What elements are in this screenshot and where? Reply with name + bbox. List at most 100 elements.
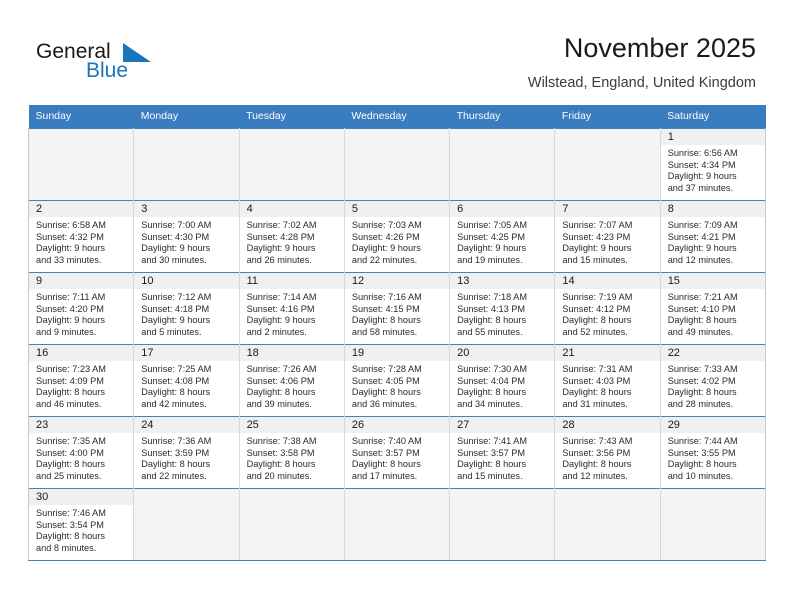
sunrise-text: Sunrise: 7:05 AM [457,220,528,230]
day-number: 15 [660,273,765,289]
calendar-cell: 16 Sunrise: 7:23 AM Sunset: 4:09 PM Dayligh… [27,344,135,417]
daylight-text-line2: and 15 minutes. [562,254,628,265]
day-number: 6 [450,201,555,217]
calendar-cell: 24 Sunrise: 7:36 AM Sunset: 3:59 PM Dayligh… [133,416,240,489]
calendar-day-empty [134,489,239,560]
day-number [239,129,344,145]
day-sun-info [450,505,554,508]
calendar-day[interactable]: 5 Sunrise: 7:03 AM Sunset: 4:26 PM Daylight… [344,201,450,272]
calendar-cell [554,488,661,561]
general-blue-logo[interactable]: General Blue [36,40,216,88]
calendar-cell: 14 Sunrise: 7:19 AM Sunset: 4:12 PM Dayligh… [554,272,661,345]
sunset-text: Sunset: 4:04 PM [457,375,526,386]
calendar-day-empty [450,129,555,200]
weekday-header-friday: Friday [554,105,661,129]
day-number: 28 [555,417,660,433]
sunrise-text: Sunrise: 7:38 AM [246,436,317,446]
calendar-day[interactable]: 4 Sunrise: 7:02 AM Sunset: 4:28 PM Daylight… [239,201,344,272]
daylight-text-line1: Daylight: 8 hours [457,459,527,470]
calendar-day[interactable]: 30 Sunrise: 7:46 AM Sunset: 3:54 PM Dayligh… [29,489,134,560]
calendar-day[interactable]: 13 Sunrise: 7:18 AM Sunset: 4:13 PM Dayligh… [450,273,555,344]
calendar-day[interactable]: 18 Sunrise: 7:26 AM Sunset: 4:06 PM Dayligh… [239,345,344,416]
day-sun-info [345,505,449,508]
calendar-day[interactable]: 27 Sunrise: 7:41 AM Sunset: 3:57 PM Dayligh… [450,417,555,488]
calendar-day[interactable]: 9 Sunrise: 7:11 AM Sunset: 4:20 PM Daylight… [29,273,134,344]
daylight-text-line2: and 12 minutes. [562,470,628,481]
calendar-cell [238,128,345,201]
calendar-day[interactable]: 20 Sunrise: 7:30 AM Sunset: 4:04 PM Dayligh… [450,345,555,416]
daylight-text-line2: and 58 minutes. [351,326,418,337]
sunset-text: Sunset: 4:16 PM [246,303,315,314]
sunrise-text: Sunrise: 7:09 AM [667,220,738,230]
calendar-day[interactable]: 29 Sunrise: 7:44 AM Sunset: 3:55 PM Dayligh… [660,417,765,488]
day-number: 8 [660,201,765,217]
day-number [134,489,239,505]
calendar-day[interactable]: 14 Sunrise: 7:19 AM Sunset: 4:12 PM Dayligh… [555,273,660,344]
day-number: 11 [239,273,344,289]
title-block: November 2025 Wilstead, England, United … [528,32,756,93]
daylight-text-line2: and 20 minutes. [246,470,312,481]
calendar-day[interactable]: 3 Sunrise: 7:00 AM Sunset: 4:30 PM Daylight… [134,201,239,272]
calendar-week-row: 1 Sunrise: 6:56 AM Sunset: 4:34 PM Daylight… [27,128,767,201]
day-number [555,489,660,505]
calendar-day[interactable]: 16 Sunrise: 7:23 AM Sunset: 4:09 PM Dayligh… [29,345,134,416]
day-sun-info: Sunrise: 7:02 AM Sunset: 4:28 PM Daylight:… [240,217,344,266]
day-sun-info: Sunrise: 7:11 AM Sunset: 4:20 PM Daylight:… [29,289,133,338]
sunset-text: Sunset: 3:58 PM [246,447,315,458]
calendar-day[interactable]: 11 Sunrise: 7:14 AM Sunset: 4:16 PM Dayligh… [239,273,344,344]
calendar-day[interactable]: 15 Sunrise: 7:21 AM Sunset: 4:10 PM Dayligh… [660,273,765,344]
calendar-day[interactable]: 10 Sunrise: 7:12 AM Sunset: 4:18 PM Dayligh… [134,273,239,344]
page-header: General Blue November 2025 Wilstead, Eng… [0,0,792,100]
calendar-cell: 18 Sunrise: 7:26 AM Sunset: 4:06 PM Dayligh… [238,344,345,417]
calendar-day[interactable]: 1 Sunrise: 6:56 AM Sunset: 4:34 PM Daylight… [660,129,765,200]
sunrise-text: Sunrise: 7:16 AM [351,292,422,302]
calendar-day[interactable]: 26 Sunrise: 7:40 AM Sunset: 3:57 PM Dayligh… [344,417,450,488]
calendar-day-empty [239,489,344,560]
day-sun-info: Sunrise: 7:14 AM Sunset: 4:16 PM Daylight:… [240,289,344,338]
daylight-text-line2: and 46 minutes. [36,398,102,409]
sunrise-text: Sunrise: 7:21 AM [667,292,738,302]
daylight-text-line2: and 37 minutes. [667,182,734,193]
calendar-day-empty [344,129,450,200]
day-number: 2 [29,201,134,217]
calendar-day[interactable]: 17 Sunrise: 7:25 AM Sunset: 4:08 PM Dayligh… [134,345,239,416]
daylight-text-line2: and 49 minutes. [667,326,734,337]
day-sun-info: Sunrise: 7:21 AM Sunset: 4:10 PM Daylight:… [661,289,765,338]
calendar-cell [449,488,556,561]
calendar-body: 1 Sunrise: 6:56 AM Sunset: 4:34 PM Daylight… [27,128,767,561]
weekday-header-sunday: Sunday [28,105,134,129]
calendar-day[interactable]: 25 Sunrise: 7:38 AM Sunset: 3:58 PM Dayligh… [239,417,344,488]
calendar-day[interactable]: 2 Sunrise: 6:58 AM Sunset: 4:32 PM Daylight… [29,201,134,272]
calendar-day[interactable]: 23 Sunrise: 7:35 AM Sunset: 4:00 PM Dayligh… [29,417,134,488]
sunrise-text: Sunrise: 7:31 AM [562,364,633,374]
calendar-day[interactable]: 28 Sunrise: 7:43 AM Sunset: 3:56 PM Dayligh… [555,417,660,488]
day-sun-info: Sunrise: 7:00 AM Sunset: 4:30 PM Daylight:… [134,217,238,266]
sunrise-text: Sunrise: 7:26 AM [246,364,317,374]
calendar-day-empty [450,489,555,560]
calendar-day[interactable]: 19 Sunrise: 7:28 AM Sunset: 4:05 PM Dayligh… [344,345,450,416]
calendar-cell [554,128,661,201]
day-sun-info: Sunrise: 7:12 AM Sunset: 4:18 PM Daylight:… [134,289,238,338]
sunrise-text: Sunrise: 6:58 AM [36,220,106,230]
day-number: 17 [134,345,239,361]
daylight-text-line1: Daylight: 8 hours [36,531,105,542]
daylight-text-line1: Daylight: 8 hours [246,459,316,470]
calendar-day[interactable]: 24 Sunrise: 7:36 AM Sunset: 3:59 PM Dayligh… [134,417,239,488]
calendar-day[interactable]: 22 Sunrise: 7:33 AM Sunset: 4:02 PM Dayligh… [660,345,765,416]
calendar-cell: 5 Sunrise: 7:03 AM Sunset: 4:26 PM Daylight… [343,200,451,273]
calendar-day[interactable]: 6 Sunrise: 7:05 AM Sunset: 4:25 PM Daylight… [450,201,555,272]
day-number: 13 [450,273,555,289]
calendar-day[interactable]: 21 Sunrise: 7:31 AM Sunset: 4:03 PM Dayligh… [555,345,660,416]
calendar-cell [238,488,345,561]
daylight-text-line1: Daylight: 9 hours [141,315,211,326]
calendar-day[interactable]: 12 Sunrise: 7:16 AM Sunset: 4:15 PM Dayligh… [344,273,450,344]
sunset-text: Sunset: 3:57 PM [457,447,526,458]
calendar-grid: Sunday Monday Tuesday Wednesday Thursday… [27,105,767,561]
day-sun-info: Sunrise: 7:19 AM Sunset: 4:12 PM Daylight:… [555,289,659,338]
calendar-day[interactable]: 7 Sunrise: 7:07 AM Sunset: 4:23 PM Daylight… [555,201,660,272]
calendar-day[interactable]: 8 Sunrise: 7:09 AM Sunset: 4:21 PM Daylight… [660,201,765,272]
daylight-text-line2: and 22 minutes. [351,254,418,265]
daylight-text-line1: Daylight: 9 hours [562,243,632,254]
sunset-text: Sunset: 3:59 PM [141,447,210,458]
calendar-cell: 12 Sunrise: 7:16 AM Sunset: 4:15 PM Dayligh… [343,272,451,345]
